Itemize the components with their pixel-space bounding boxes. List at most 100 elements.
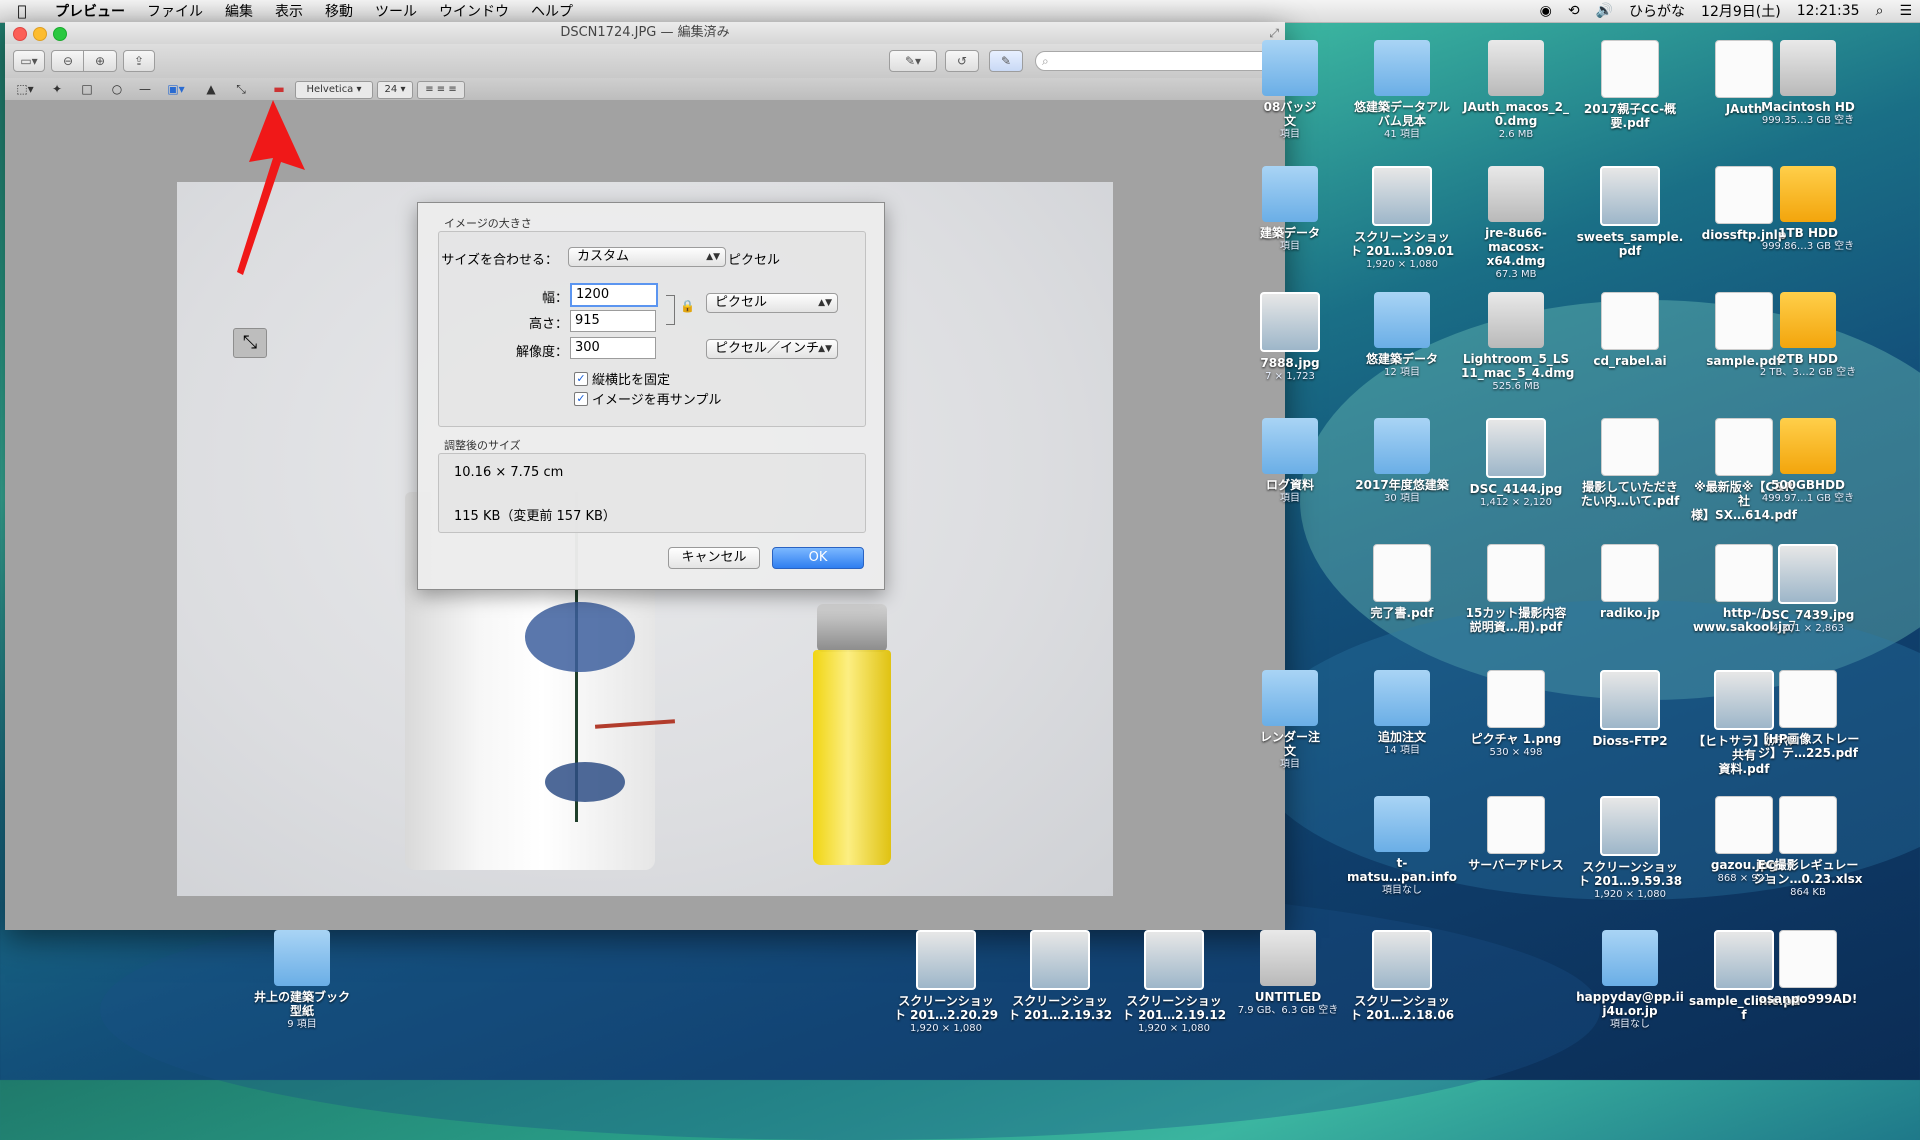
sidebar-toggle-button[interactable]: ▭▾ <box>13 50 45 72</box>
desktop-icon[interactable]: スクリーンショッ ト 201…3.09.01 1,920 × 1,080 <box>1347 166 1457 271</box>
desktop-icon[interactable]: radiko.jp <box>1575 544 1685 620</box>
desktop-icon[interactable]: スクリーンショッ ト 201…2.20.29 1,920 × 1,080 <box>891 930 1001 1035</box>
minimize-button[interactable] <box>33 27 47 41</box>
menubar-time[interactable]: 12:21:35 <box>1789 3 1868 19</box>
desktop-icon[interactable]: jre-8u66- macosx-x64.dmg 67.3 MB <box>1461 166 1571 281</box>
desktop-icon[interactable]: 撮影していただき たい内…いて.pdf <box>1575 418 1685 508</box>
desktop-icon[interactable]: サーバーアドレス <box>1461 796 1571 872</box>
desktop-icon[interactable]: 建築データ 項目 <box>1235 166 1345 253</box>
resample-checkbox[interactable]: ✓ イメージを再サンプル <box>574 389 721 408</box>
markup-pen-button[interactable]: ✎▾ <box>889 50 937 72</box>
color-swatch-icon[interactable]: ▬ <box>269 81 289 97</box>
desktop-icon[interactable]: 2TB HDD 2 TB、3…2 GB 空き <box>1753 292 1863 379</box>
menu-go[interactable]: 移動 <box>314 1 364 21</box>
desktop-icon[interactable]: 【HP画像ストレー ジ】テ…225.pdf <box>1753 670 1863 760</box>
apple-menu-icon[interactable]:  <box>0 2 44 20</box>
adjust-size-icon[interactable]: ⤡ <box>231 81 251 97</box>
desktop-icon[interactable]: 井上の建築ブック 型紙 9 項目 <box>247 930 357 1031</box>
resolution-field[interactable]: 300 <box>570 337 656 359</box>
desktop-icon[interactable]: ログ資料 項目 <box>1235 418 1345 505</box>
desktop-icon[interactable]: スクリーンショッ ト 201…9.59.38 1,920 × 1,080 <box>1575 796 1685 901</box>
ok-button[interactable]: OK <box>772 547 864 569</box>
desktop-icon[interactable]: スクリーンショッ ト 201…2.19.12 1,920 × 1,080 <box>1119 930 1229 1035</box>
desktop-icon[interactable]: 追加注文 14 項目 <box>1347 670 1457 757</box>
menu-help[interactable]: ヘルプ <box>520 1 584 21</box>
height-field[interactable]: 915 <box>570 310 656 332</box>
desktop-icon[interactable]: sweets_sample. pdf <box>1575 166 1685 258</box>
desktop-icon[interactable]: 悠建築データ 12 項目 <box>1347 292 1457 379</box>
desktop-icon[interactable]: Lightroom_5_LS 11_mac_5_4.dmg 525.6 MB <box>1461 292 1574 393</box>
desktop-icon[interactable]: Dioss-FTP2 <box>1575 670 1685 748</box>
desktop-icon[interactable]: 悠建築データアル バム見本 41 項目 <box>1347 40 1457 141</box>
cancel-button[interactable]: キャンセル <box>668 547 760 569</box>
window-titlebar[interactable]: DSCN1724.JPG — 編集済み ⤢ <box>5 22 1285 44</box>
menu-view[interactable]: 表示 <box>264 1 314 21</box>
oval-shape-icon[interactable]: ○ <box>107 81 127 97</box>
desktop-icon[interactable]: 完了書.pdf <box>1347 544 1457 620</box>
desktop-icon-label: DSC_4144.jpg <box>1469 482 1563 496</box>
desktop-icon[interactable]: 2017年度悠建築 30 項目 <box>1347 418 1457 505</box>
zoom-in-button[interactable]: ⊕ <box>83 50 117 72</box>
rect-selection-icon[interactable]: ⬚▾ <box>13 81 37 97</box>
desktop-icon[interactable]: DSC_4144.jpg 1,412 × 2,120 <box>1461 418 1571 509</box>
menu-edit[interactable]: 編集 <box>214 1 264 21</box>
desktop-icon[interactable]: 2017親子CC-概 要.pdf <box>1575 40 1685 130</box>
text-box-icon[interactable]: ▣▾ <box>163 81 189 97</box>
menubar-date[interactable]: 12月9日(土) <box>1693 1 1789 21</box>
line-shape-icon[interactable]: — <box>135 81 155 97</box>
disk-icon <box>1488 40 1544 96</box>
font-select[interactable]: Helvetica ▾ <box>295 81 373 99</box>
desktop-icon[interactable]: レンダー注 文項目 <box>1235 670 1345 771</box>
zoom-button[interactable] <box>53 27 67 41</box>
adjust-color-icon[interactable]: ▲ <box>201 81 221 97</box>
desktop-icon[interactable]: osanpo999AD! <box>1753 930 1863 1006</box>
spotlight-icon[interactable]: ⌕ <box>1868 3 1892 19</box>
desktop-icon[interactable]: 08バッジ 文項目 <box>1235 40 1345 141</box>
desktop-icon[interactable]: UNTITLED 7.9 GB、6.3 GB 空き <box>1233 930 1343 1017</box>
magic-wand-icon[interactable]: ✦ <box>47 81 67 97</box>
desktop-icon[interactable]: happyday@pp.ii j4u.or.jp 項目なし <box>1575 930 1685 1031</box>
rectangle-shape-icon[interactable]: □ <box>77 81 97 97</box>
edit-toolbar-button[interactable]: ✎ <box>989 50 1023 72</box>
desktop-icon[interactable]: JAuth_macos_2_ 0.dmg 2.6 MB <box>1461 40 1571 141</box>
keep-ratio-checkbox[interactable]: ✓ 縦横比を固定 <box>574 369 670 388</box>
text-align-segment[interactable]: ≡ ≡ ≡ <box>417 81 465 99</box>
desktop-icon[interactable]: t- matsu…pan.info 項目なし <box>1347 796 1457 897</box>
share-button[interactable]: ⇪ <box>123 50 155 72</box>
time-machine-icon[interactable]: ⟲ <box>1560 3 1588 19</box>
desktop-icon[interactable]: ピクチャ 1.png 530 × 498 <box>1461 670 1571 759</box>
sync-icon[interactable]: ◉ <box>1532 3 1560 19</box>
thumb-icon <box>1600 796 1660 856</box>
desktop-icon[interactable]: スクリーンショッ ト 201…2.19.32 <box>1005 930 1115 1022</box>
size-unit-select[interactable]: ピクセル ▲▼ <box>706 293 838 313</box>
desktop-icon[interactable]: 7888.jpg 7 × 1,723 <box>1235 292 1345 383</box>
close-button[interactable] <box>13 27 27 41</box>
fit-select[interactable]: カスタム ▲▼ <box>568 247 726 267</box>
desktop-icon-info: 999.86…3 GB 空き <box>1761 241 1855 252</box>
width-field[interactable]: 1200 <box>570 283 658 307</box>
checkbox-checked-icon: ✓ <box>574 371 588 386</box>
font-size-select[interactable]: 24 ▾ <box>377 81 413 99</box>
desktop-icon[interactable]: 1TB HDD 999.86…3 GB 空き <box>1753 166 1863 253</box>
desktop-icon[interactable]: EC撮影レギュレー ション…0.23.xlsx 864 KB <box>1753 796 1863 899</box>
rotate-button[interactable]: ↺ <box>945 50 979 72</box>
image-canvas[interactable]: ⤡ イメージの大きさ サイズを合わせる： カスタム ▲▼ ピクセル 幅： 1200… <box>5 100 1285 930</box>
resolution-unit-select[interactable]: ピクセル／インチ ▲▼ <box>706 339 838 359</box>
menu-file[interactable]: ファイル <box>136 1 214 21</box>
menu-window[interactable]: ウインドウ <box>428 1 520 21</box>
folder-icon <box>1374 418 1430 474</box>
input-mode-indicator[interactable]: ひらがな <box>1621 1 1693 21</box>
desktop-icon[interactable]: 500GBHDD 499.97…1 GB 空き <box>1753 418 1863 505</box>
menu-app[interactable]: プレビュー <box>44 1 136 21</box>
desktop-icon-label: radiko.jp <box>1600 606 1660 620</box>
desktop-icon[interactable]: DSC_7439.jpg 4,301 × 2,863 <box>1753 544 1863 635</box>
desktop-icon[interactable]: cd_rabel.ai <box>1575 292 1685 368</box>
volume-icon[interactable]: 🔊 <box>1588 3 1621 19</box>
zoom-out-button[interactable]: ⊖ <box>51 50 85 72</box>
vase-red-line <box>594 719 676 729</box>
desktop-icon[interactable]: スクリーンショッ ト 201…2.18.06 <box>1347 930 1457 1022</box>
desktop-icon[interactable]: 15カット撮影内容 説明資…用).pdf <box>1461 544 1571 634</box>
desktop-icon[interactable]: Macintosh HD 999.35…3 GB 空き <box>1753 40 1863 127</box>
notification-center-icon[interactable]: ☰ <box>1891 3 1920 19</box>
menu-tools[interactable]: ツール <box>364 1 428 21</box>
